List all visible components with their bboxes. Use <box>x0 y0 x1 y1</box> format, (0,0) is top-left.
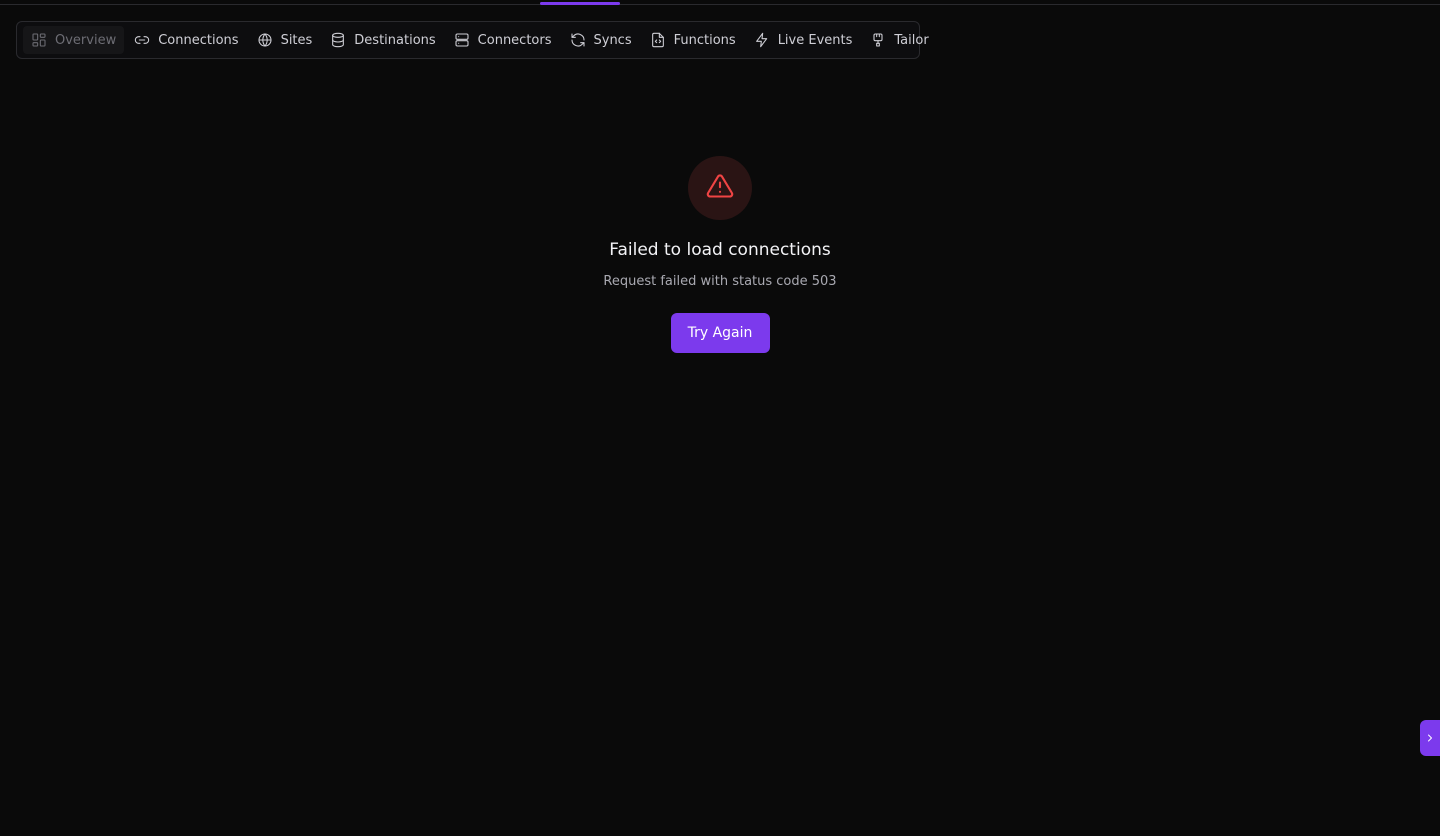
nav-item-label: Tailor <box>894 32 929 48</box>
plug-icon <box>870 32 886 48</box>
nav-item-label: Connections <box>158 32 239 48</box>
nav-item-label: Overview <box>55 32 117 48</box>
server-icon <box>454 32 470 48</box>
warning-icon <box>706 172 734 204</box>
nav-item-label: Live Events <box>777 32 853 48</box>
try-again-button[interactable]: Try Again <box>670 313 770 353</box>
chevron-right-icon <box>1424 729 1436 748</box>
error-badge <box>688 156 752 220</box>
database-icon <box>330 32 346 48</box>
link-icon <box>134 32 150 48</box>
error-state: Failed to load connections Request faile… <box>0 156 1440 353</box>
nav-item-live-events[interactable]: Live Events <box>746 26 861 54</box>
nav-item-functions[interactable]: Functions <box>642 26 744 54</box>
file-code-icon <box>650 32 666 48</box>
bolt-icon <box>754 32 770 48</box>
active-route-indicator <box>540 2 620 5</box>
nav-item-tailor[interactable]: Tailor <box>862 26 936 54</box>
nav-item-label: Sites <box>280 32 313 48</box>
main-nav: Overview Connections Sites Destinations … <box>16 21 929 59</box>
error-message: Request failed with status code 503 <box>603 274 837 289</box>
nav-item-label: Connectors <box>477 32 552 48</box>
nav-item-label: Functions <box>673 32 736 48</box>
nav-item-connectors[interactable]: Connectors <box>446 26 560 54</box>
overview-icon <box>31 32 47 48</box>
nav-item-connections[interactable]: Connections <box>126 26 246 54</box>
globe-icon <box>257 32 273 48</box>
refresh-icon <box>570 32 586 48</box>
nav-item-destinations[interactable]: Destinations <box>322 26 443 54</box>
nav-item-sites[interactable]: Sites <box>249 26 321 54</box>
nav-item-label: Syncs <box>593 32 632 48</box>
nav-item-overview[interactable]: Overview <box>23 26 125 54</box>
error-title: Failed to load connections <box>609 240 831 260</box>
nav-item-syncs[interactable]: Syncs <box>562 26 640 54</box>
nav-item-label: Destinations <box>354 32 436 48</box>
side-panel-toggle[interactable] <box>1420 720 1440 756</box>
top-divider <box>0 4 1440 5</box>
